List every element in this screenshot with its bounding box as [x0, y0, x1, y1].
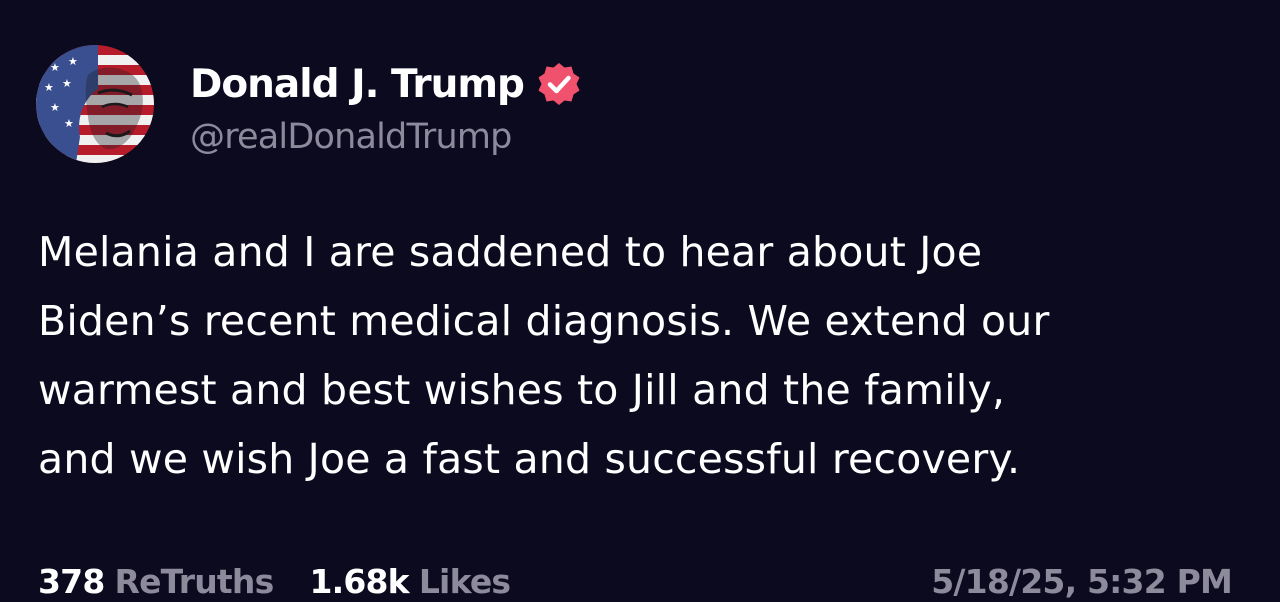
retruths-count: 378	[38, 561, 105, 601]
post-card: ★ ★ ★ ★ ★ ★ Donald J. Trump @realDonaldT…	[0, 0, 1280, 602]
likes-count: 1.68k	[309, 561, 409, 601]
post-text-line: Melania and I are saddened to hear about…	[38, 228, 983, 276]
retruths-label: ReTruths	[114, 561, 274, 601]
svg-text:★: ★	[62, 77, 72, 90]
svg-text:★: ★	[50, 101, 60, 114]
svg-text:★: ★	[64, 117, 74, 130]
svg-text:★: ★	[68, 55, 78, 68]
post-stats: 378 ReTruths 1.68k Likes	[38, 556, 511, 602]
post-text-line: and we wish Joe a fast and successful re…	[38, 435, 1021, 483]
post-timestamp: 5/18/25, 5:32 PM	[931, 561, 1233, 601]
likes-label: Likes	[418, 561, 511, 601]
verified-badge-icon	[536, 61, 582, 107]
svg-text:★: ★	[44, 81, 54, 94]
author-name-row: Donald J. Trump	[190, 58, 582, 110]
author-avatar[interactable]: ★ ★ ★ ★ ★ ★	[36, 45, 154, 163]
flag-portrait-avatar: ★ ★ ★ ★ ★ ★	[36, 45, 154, 163]
retruths-stat[interactable]: 378 ReTruths	[38, 561, 274, 601]
likes-stat[interactable]: 1.68k Likes	[309, 561, 511, 601]
svg-text:★: ★	[50, 61, 60, 74]
post-text: Melania and I are saddened to hear about…	[38, 218, 1258, 494]
author-handle[interactable]: @realDonaldTrump	[190, 117, 512, 157]
author-display-name[interactable]: Donald J. Trump	[190, 62, 525, 107]
post-text-line: warmest and best wishes to Jill and the …	[38, 366, 1006, 414]
post-text-line: Biden’s recent medical diagnosis. We ext…	[38, 297, 1050, 345]
